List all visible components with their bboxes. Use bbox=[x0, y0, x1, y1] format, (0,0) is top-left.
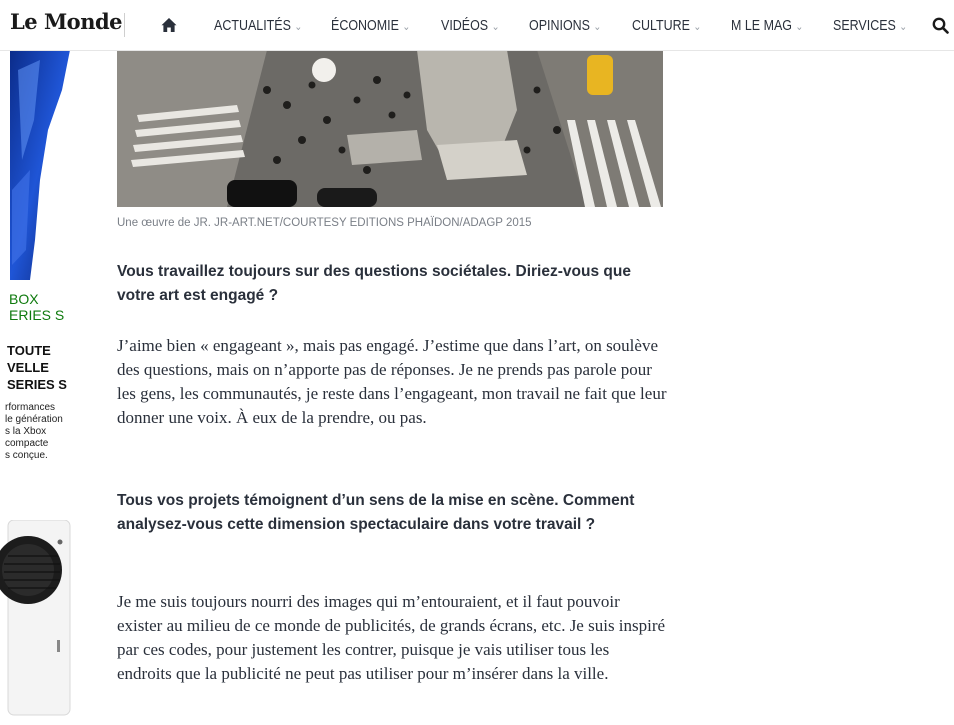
interview-answer: Je me suis toujours nourri des images qu… bbox=[117, 592, 666, 683]
article-photo bbox=[117, 50, 663, 207]
ad-copy: rformances le génération s la Xbox compa… bbox=[5, 402, 63, 461]
chevron-down-icon: ⌄ bbox=[294, 21, 303, 33]
nav-item-actualites[interactable]: ACTUALITÉS ⌄ bbox=[214, 16, 302, 36]
nav-item-label: CULTURE bbox=[632, 18, 690, 34]
chevron-down-icon: ⌄ bbox=[491, 21, 500, 33]
nav-item-services[interactable]: SERVICES ⌄ bbox=[833, 16, 907, 36]
interview-question: Vous travaillez toujours sur des questio… bbox=[117, 263, 631, 304]
ad-brand-text: BOX ERIES S bbox=[9, 291, 65, 323]
photo-caption: Une œuvre de JR. JR-ART.NET/COURTESY EDI… bbox=[117, 217, 532, 229]
nav-item-label: ACTUALITÉS bbox=[214, 18, 291, 34]
nav-item-label: ÉCONOMIE bbox=[331, 18, 399, 34]
chevron-down-icon: ⌄ bbox=[899, 21, 908, 33]
nav-item-m-le-mag[interactable]: M LE MAG ⌄ bbox=[731, 16, 803, 36]
ad-artwork bbox=[0, 50, 88, 280]
chevron-down-icon: ⌄ bbox=[593, 21, 602, 33]
interview-question: Tous vos projets témoignent d’un sens de… bbox=[117, 492, 635, 533]
nav-item-opinions[interactable]: OPINIONS ⌄ bbox=[529, 16, 601, 36]
search-icon[interactable] bbox=[932, 17, 949, 34]
le-monde-logo[interactable]: Le Monde bbox=[10, 9, 123, 34]
xbox-advertisement[interactable]: BOX ERIES S TOUTE VELLE SERIES S rforman… bbox=[0, 50, 88, 725]
interview-answer: J’aime bien « engageant », mais pas enga… bbox=[117, 336, 667, 427]
chevron-down-icon: ⌄ bbox=[402, 21, 411, 33]
nav-item-label: SERVICES bbox=[833, 18, 896, 34]
home-icon[interactable] bbox=[160, 16, 178, 34]
chevron-down-icon: ⌄ bbox=[795, 21, 804, 33]
xbox-console-image bbox=[0, 520, 71, 716]
ad-headline: TOUTE VELLE SERIES S bbox=[7, 343, 67, 392]
nav-item-economie[interactable]: ÉCONOMIE ⌄ bbox=[331, 16, 410, 36]
logo-divider bbox=[124, 13, 125, 37]
chevron-down-icon: ⌄ bbox=[693, 21, 702, 33]
nav-item-label: M LE MAG bbox=[731, 18, 792, 34]
street-aerial-image bbox=[117, 50, 663, 207]
nav-item-culture[interactable]: CULTURE ⌄ bbox=[632, 16, 701, 36]
nav-item-label: OPINIONS bbox=[529, 18, 590, 34]
top-navigation: Le Monde ACTUALITÉS ⌄ ÉCONOMIE ⌄ VIDÉOS ⌄ O… bbox=[0, 0, 954, 51]
nav-item-label: VIDÉOS bbox=[441, 18, 489, 34]
nav-item-videos[interactable]: VIDÉOS ⌄ bbox=[441, 16, 499, 36]
